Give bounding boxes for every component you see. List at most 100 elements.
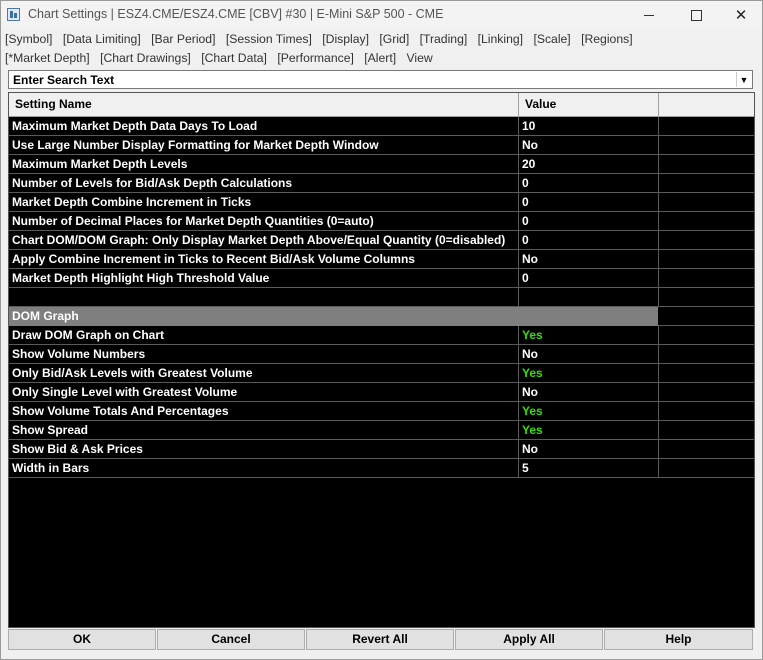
table-row[interactable]: Market Depth Combine Increment in Ticks … xyxy=(9,193,754,212)
setting-extra xyxy=(659,440,754,459)
setting-extra xyxy=(659,364,754,383)
blank-row xyxy=(9,288,754,307)
revert-all-button[interactable]: Revert All xyxy=(306,629,454,650)
tab-view[interactable]: View xyxy=(407,51,433,65)
table-row[interactable]: Number of Levels for Bid/Ask Depth Calcu… xyxy=(9,174,754,193)
tab-linking[interactable]: [Linking] xyxy=(478,32,523,46)
table-row[interactable]: Chart DOM/DOM Graph: Only Display Market… xyxy=(9,231,754,250)
blank-cell xyxy=(519,288,659,307)
apply-all-button[interactable]: Apply All xyxy=(455,629,603,650)
setting-name: Use Large Number Display Formatting for … xyxy=(9,136,519,155)
column-header-value[interactable]: Value xyxy=(519,93,659,116)
setting-value[interactable]: 10 xyxy=(519,117,659,136)
section-header-dom-graph[interactable]: DOM Graph xyxy=(9,307,658,326)
minimize-button[interactable] xyxy=(627,1,671,29)
window-title: Chart Settings | ESZ4.CME/ESZ4.CME [CBV]… xyxy=(28,7,444,21)
setting-extra xyxy=(659,383,754,402)
tab-symbol[interactable]: [Symbol] xyxy=(5,32,52,46)
table-row[interactable]: Show Volume Numbers No xyxy=(9,345,754,364)
setting-name: Maximum Market Depth Data Days To Load xyxy=(9,117,519,136)
setting-name: Market Depth Combine Increment in Ticks xyxy=(9,193,519,212)
setting-name: Show Volume Totals And Percentages xyxy=(9,402,519,421)
setting-value[interactable]: No xyxy=(519,440,659,459)
tab-alert[interactable]: [Alert] xyxy=(364,51,396,65)
setting-value[interactable]: 0 xyxy=(519,231,659,250)
ok-button[interactable]: OK xyxy=(8,629,156,650)
table-row[interactable]: Show Volume Totals And Percentages Yes xyxy=(9,402,754,421)
tab-performance[interactable]: [Performance] xyxy=(277,51,354,65)
table-row[interactable]: Market Depth Highlight High Threshold Va… xyxy=(9,269,754,288)
blank-cell xyxy=(659,288,754,307)
table-row[interactable]: Show Spread Yes xyxy=(9,421,754,440)
table-row[interactable]: Only Bid/Ask Levels with Greatest Volume… xyxy=(9,364,754,383)
setting-name: Apply Combine Increment in Ticks to Rece… xyxy=(9,250,519,269)
setting-name: Maximum Market Depth Levels xyxy=(9,155,519,174)
table-row[interactable]: Show Bid & Ask Prices No xyxy=(9,440,754,459)
setting-value[interactable]: Yes xyxy=(519,326,659,345)
column-header-extra[interactable] xyxy=(659,93,754,116)
blank-cell xyxy=(9,288,519,307)
tab-scale[interactable]: [Scale] xyxy=(533,32,570,46)
setting-value[interactable]: 20 xyxy=(519,155,659,174)
table-row[interactable]: Maximum Market Depth Levels 20 xyxy=(9,155,754,174)
chevron-down-icon[interactable]: ▼ xyxy=(736,72,751,87)
setting-extra xyxy=(659,174,754,193)
setting-value[interactable]: No xyxy=(519,345,659,364)
setting-value[interactable]: 0 xyxy=(519,193,659,212)
setting-value[interactable]: Yes xyxy=(519,402,659,421)
section-header-row[interactable]: DOM Graph xyxy=(9,307,754,326)
tab-data-limiting[interactable]: [Data Limiting] xyxy=(63,32,141,46)
setting-value[interactable]: No xyxy=(519,383,659,402)
table-row[interactable]: Use Large Number Display Formatting for … xyxy=(9,136,754,155)
setting-extra xyxy=(659,345,754,364)
table-row[interactable]: Number of Decimal Places for Market Dept… xyxy=(9,212,754,231)
section-header-extra xyxy=(658,307,754,326)
setting-name: Number of Decimal Places for Market Dept… xyxy=(9,212,519,231)
setting-extra xyxy=(659,212,754,231)
close-button[interactable]: ✕ xyxy=(719,1,763,29)
setting-name: Draw DOM Graph on Chart xyxy=(9,326,519,345)
table-row[interactable]: Apply Combine Increment in Ticks to Rece… xyxy=(9,250,754,269)
tab-market-depth[interactable]: [*Market Depth] xyxy=(5,51,90,65)
help-button[interactable]: Help xyxy=(604,629,753,650)
chart-settings-window: Chart Settings | ESZ4.CME/ESZ4.CME [CBV]… xyxy=(0,0,763,660)
settings-grid: Setting Name Value Maximum Market Depth … xyxy=(8,92,755,628)
setting-extra xyxy=(659,155,754,174)
tab-bar-period[interactable]: [Bar Period] xyxy=(151,32,215,46)
setting-value[interactable]: No xyxy=(519,250,659,269)
setting-extra xyxy=(659,402,754,421)
maximize-icon xyxy=(690,9,702,21)
setting-name: Show Volume Numbers xyxy=(9,345,519,364)
cancel-button[interactable]: Cancel xyxy=(157,629,305,650)
setting-value[interactable]: 0 xyxy=(519,212,659,231)
setting-value[interactable]: 0 xyxy=(519,269,659,288)
table-row[interactable]: Draw DOM Graph on Chart Yes xyxy=(9,326,754,345)
setting-name: Number of Levels for Bid/Ask Depth Calcu… xyxy=(9,174,519,193)
setting-extra xyxy=(659,117,754,136)
tab-trading[interactable]: [Trading] xyxy=(420,32,468,46)
setting-value[interactable]: Yes xyxy=(519,364,659,383)
tab-regions[interactable]: [Regions] xyxy=(581,32,633,46)
tab-display[interactable]: [Display] xyxy=(322,32,369,46)
maximize-button[interactable] xyxy=(674,1,718,29)
search-combobox[interactable]: Enter Search Text ▼ xyxy=(8,70,753,89)
setting-value[interactable]: No xyxy=(519,136,659,155)
grid-header: Setting Name Value xyxy=(9,93,754,117)
table-row[interactable]: Only Single Level with Greatest Volume N… xyxy=(9,383,754,402)
tab-session-times[interactable]: [Session Times] xyxy=(226,32,312,46)
setting-value[interactable]: Yes xyxy=(519,421,659,440)
title-bar[interactable]: Chart Settings | ESZ4.CME/ESZ4.CME [CBV]… xyxy=(1,1,762,29)
setting-name: Market Depth Highlight High Threshold Va… xyxy=(9,269,519,288)
minimize-icon xyxy=(644,14,654,16)
tab-chart-data[interactable]: [Chart Data] xyxy=(201,51,267,65)
setting-value[interactable]: 0 xyxy=(519,174,659,193)
tab-chart-drawings[interactable]: [Chart Drawings] xyxy=(100,51,191,65)
search-input[interactable]: Enter Search Text xyxy=(13,73,114,87)
tab-grid[interactable]: [Grid] xyxy=(379,32,409,46)
setting-extra xyxy=(659,231,754,250)
setting-value[interactable]: 5 xyxy=(519,459,659,478)
settings-tabs-row-2: [*Market Depth] [Chart Drawings] [Chart Da… xyxy=(5,51,443,69)
table-row[interactable]: Width in Bars 5 xyxy=(9,459,754,478)
column-header-setting-name[interactable]: Setting Name xyxy=(9,93,519,116)
table-row[interactable]: Maximum Market Depth Data Days To Load 1… xyxy=(9,117,754,136)
